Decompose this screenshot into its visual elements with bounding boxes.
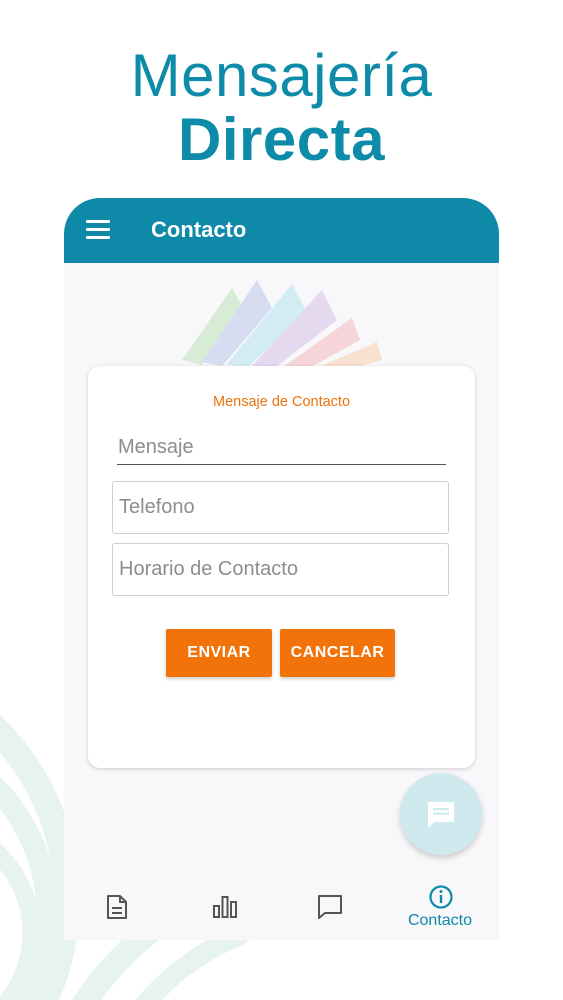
- nav-item-messages[interactable]: [289, 878, 369, 940]
- document-icon: [107, 895, 127, 919]
- contact-form-card: Mensaje de Contacto ENVIAR CANCELAR: [88, 366, 475, 768]
- nav-label-contacto: Contacto: [407, 912, 473, 929]
- headline-line-2: Directa: [178, 106, 385, 173]
- enviar-button[interactable]: ENVIAR: [166, 629, 272, 677]
- chat-bubble-icon: [428, 802, 454, 828]
- chat-fab-button[interactable]: [400, 773, 482, 855]
- brand-logo-graphic: [182, 280, 382, 374]
- form-title: Mensaje de Contacto: [212, 394, 351, 410]
- nav-item-documents[interactable]: [77, 878, 157, 940]
- app-bar-title: Contacto: [151, 217, 247, 242]
- horario-input[interactable]: [112, 543, 449, 596]
- bottom-navigation: Contacto: [64, 878, 499, 940]
- app-bar: Contacto: [64, 198, 499, 263]
- phone-screen: Contacto Mensaje de Contacto ENVIAR CANC…: [64, 198, 499, 940]
- bar-chart-icon: [213, 896, 237, 918]
- info-icon: [429, 885, 453, 909]
- telefono-input[interactable]: [112, 481, 449, 534]
- headline-line-1: Mensajería: [130, 42, 433, 109]
- hamburger-menu-icon[interactable]: [86, 220, 110, 240]
- mensaje-input[interactable]: [117, 430, 446, 465]
- headline: Mensajería Directa: [0, 44, 563, 172]
- nav-item-contacto[interactable]: Contacto: [400, 878, 480, 940]
- chat-icon: [318, 895, 342, 919]
- nav-item-stats[interactable]: [184, 878, 264, 940]
- cancelar-button[interactable]: CANCELAR: [280, 629, 395, 677]
